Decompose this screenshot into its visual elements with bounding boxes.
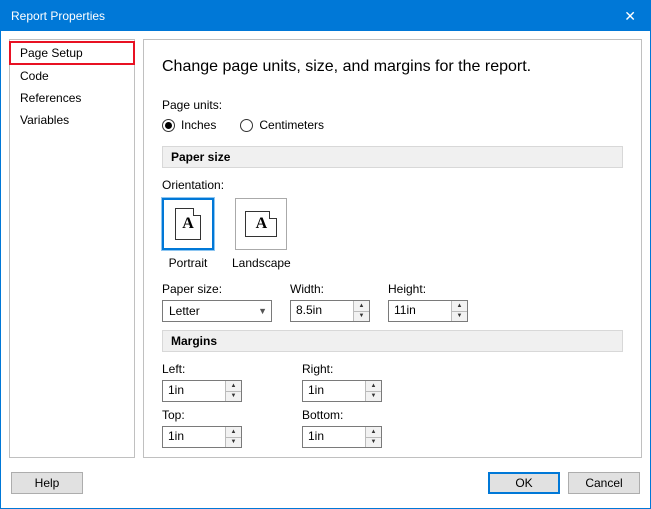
spinner-down-icon[interactable]: ▼ xyxy=(354,312,369,322)
orientation-portrait-label: Portrait xyxy=(169,256,208,270)
margin-right-field: Right: 1in ▲▼ xyxy=(302,362,442,402)
margin-top-spinner[interactable]: 1in ▲▼ xyxy=(162,426,242,448)
margin-right-label: Right: xyxy=(302,362,442,376)
paper-size-value: Letter xyxy=(169,304,200,318)
margin-bottom-field: Bottom: 1in ▲▼ xyxy=(302,408,442,448)
margin-left-spinner[interactable]: 1in ▲▼ xyxy=(162,380,242,402)
titlebar: Report Properties ✕ xyxy=(1,1,650,31)
sidebar-item-page-setup[interactable]: Page Setup xyxy=(9,41,135,65)
section-margins: Margins xyxy=(162,330,623,352)
width-value: 8.5in xyxy=(291,301,353,321)
ok-button[interactable]: OK xyxy=(488,472,560,494)
dialog-window: Report Properties ✕ Page Setup Code Refe… xyxy=(0,0,651,509)
margin-top-label: Top: xyxy=(162,408,302,422)
spinner-up-icon[interactable]: ▲ xyxy=(226,381,241,392)
paper-size-row: Paper size: Letter ▼ Width: 8.5in ▲ ▼ xyxy=(162,282,623,322)
margin-bottom-label: Bottom: xyxy=(302,408,442,422)
spinner-down-icon[interactable]: ▼ xyxy=(366,438,381,448)
height-value: 11in xyxy=(389,301,451,321)
margin-bottom-value: 1in xyxy=(303,427,365,447)
spinner-up-icon[interactable]: ▲ xyxy=(366,427,381,438)
page-heading: Change page units, size, and margins for… xyxy=(162,58,623,76)
chevron-down-icon: ▼ xyxy=(258,306,267,316)
radio-dot-icon xyxy=(162,119,175,132)
main-panel: Change page units, size, and margins for… xyxy=(143,39,642,458)
margin-bottom-spinner[interactable]: 1in ▲▼ xyxy=(302,426,382,448)
sidebar: Page Setup Code References Variables xyxy=(9,39,135,458)
dialog-title: Report Properties xyxy=(11,9,105,23)
spinner-up-icon[interactable]: ▲ xyxy=(366,381,381,392)
spinner-down-icon[interactable]: ▼ xyxy=(226,392,241,402)
radio-centimeters[interactable]: Centimeters xyxy=(240,118,324,132)
cancel-button[interactable]: Cancel xyxy=(568,472,640,494)
page-landscape-icon: A xyxy=(245,211,277,237)
height-label: Height: xyxy=(388,282,468,296)
radio-inches[interactable]: Inches xyxy=(162,118,216,132)
section-paper-size: Paper size xyxy=(162,146,623,168)
spinner-down-icon[interactable]: ▼ xyxy=(226,438,241,448)
orientation-tile: A xyxy=(235,198,287,250)
paper-size-field: Paper size: Letter ▼ xyxy=(162,282,272,322)
sidebar-item-references[interactable]: References xyxy=(10,87,134,109)
width-label: Width: xyxy=(290,282,370,296)
width-field: Width: 8.5in ▲ ▼ xyxy=(290,282,370,322)
orientation-label: Orientation: xyxy=(162,178,623,192)
close-icon[interactable]: ✕ xyxy=(620,8,640,25)
orientation-group: A Portrait A Landscape xyxy=(162,198,623,270)
spinner-up-icon[interactable]: ▲ xyxy=(452,301,467,312)
margin-left-value: 1in xyxy=(163,381,225,401)
spinner-up-icon[interactable]: ▲ xyxy=(226,427,241,438)
orientation-tile: A xyxy=(162,198,214,250)
page-units-group: Inches Centimeters xyxy=(162,118,623,132)
spinner-down-icon[interactable]: ▼ xyxy=(452,312,467,322)
help-button[interactable]: Help xyxy=(11,472,83,494)
width-spinner[interactable]: 8.5in ▲ ▼ xyxy=(290,300,370,322)
height-field: Height: 11in ▲ ▼ xyxy=(388,282,468,322)
margin-left-label: Left: xyxy=(162,362,302,376)
radio-dot-icon xyxy=(240,119,253,132)
margin-right-value: 1in xyxy=(303,381,365,401)
spinner-arrows: ▲ ▼ xyxy=(353,301,369,321)
spinner-down-icon[interactable]: ▼ xyxy=(366,392,381,402)
orientation-portrait[interactable]: A Portrait xyxy=(162,198,214,270)
paper-size-select[interactable]: Letter ▼ xyxy=(162,300,272,322)
height-spinner[interactable]: 11in ▲ ▼ xyxy=(388,300,468,322)
margins-grid: Left: 1in ▲▼ Right: 1in ▲▼ Top: xyxy=(162,362,623,448)
page-portrait-icon: A xyxy=(175,208,201,240)
margin-left-field: Left: 1in ▲▼ xyxy=(162,362,302,402)
margin-right-spinner[interactable]: 1in ▲▼ xyxy=(302,380,382,402)
sidebar-item-variables[interactable]: Variables xyxy=(10,109,134,131)
spinner-arrows: ▲ ▼ xyxy=(451,301,467,321)
orientation-landscape[interactable]: A Landscape xyxy=(232,198,291,270)
dialog-footer: Help OK Cancel xyxy=(1,466,650,508)
margin-top-field: Top: 1in ▲▼ xyxy=(162,408,302,448)
paper-size-label: Paper size: xyxy=(162,282,272,296)
margin-top-value: 1in xyxy=(163,427,225,447)
spinner-up-icon[interactable]: ▲ xyxy=(354,301,369,312)
radio-centimeters-label: Centimeters xyxy=(259,118,324,132)
radio-inches-label: Inches xyxy=(181,118,216,132)
orientation-landscape-label: Landscape xyxy=(232,256,291,270)
dialog-body: Page Setup Code References Variables Cha… xyxy=(1,31,650,466)
page-units-label: Page units: xyxy=(162,98,623,112)
sidebar-item-code[interactable]: Code xyxy=(10,65,134,87)
